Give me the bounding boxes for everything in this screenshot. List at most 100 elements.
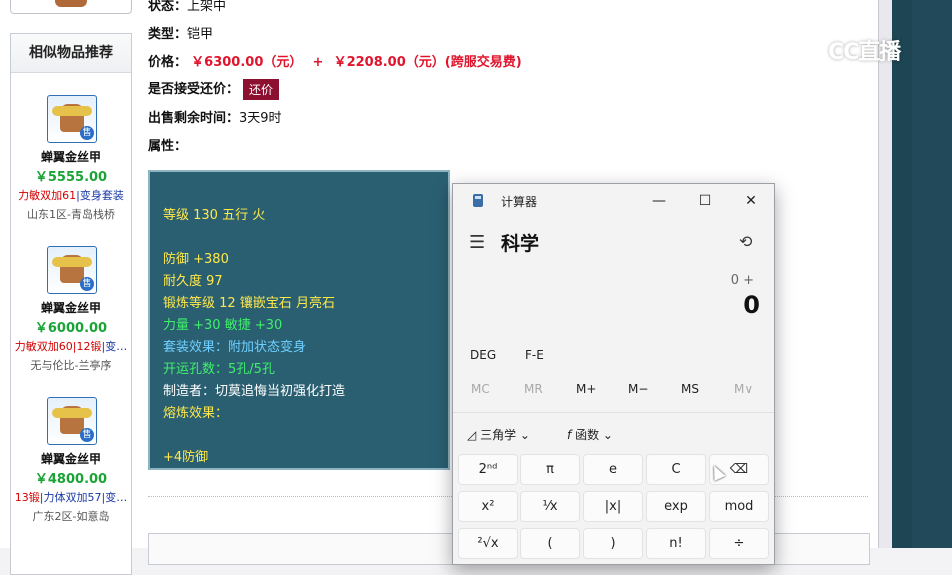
calculator-title: 计算器: [501, 195, 538, 209]
item-name[interactable]: 蝉翼金丝甲: [11, 148, 131, 165]
key-square[interactable]: x²: [458, 491, 518, 522]
memory-store-button[interactable]: MS: [681, 382, 699, 396]
price-label: 价格：: [148, 55, 188, 70]
counter-offer-label: 是否接受还价：: [148, 82, 240, 97]
chevron-down-icon: ⌄: [602, 428, 613, 442]
function-dropdown[interactable]: f 函数 ⌄: [567, 426, 613, 443]
item-price: ￥5555.00: [34, 170, 108, 185]
history-icon[interactable]: ⟲: [739, 232, 752, 251]
item-thumbnail[interactable]: 售: [47, 397, 97, 445]
similar-item-1[interactable]: 售 蝉翼金丝甲 ￥5555.00 力敏双加61|变身套装 山东1区-青岛栈桥: [11, 73, 131, 224]
tag-set: 力体双加57|变…: [43, 491, 128, 504]
calculator-app-icon: [473, 194, 483, 207]
item-tags: 13锻|力体双加57|变…: [11, 489, 131, 505]
attributes-row: 属性：: [148, 135, 187, 154]
item-price: ￥4800.00: [34, 472, 108, 487]
menu-icon[interactable]: ☰: [469, 232, 485, 253]
cc-live-watermark: CC直播: [800, 34, 901, 66]
attr-slots: 开运孔数：5孔/5孔: [163, 362, 275, 377]
key-clear[interactable]: C: [646, 454, 706, 485]
item-thumbnail[interactable]: 售: [47, 246, 97, 294]
function-label: 函数: [575, 428, 600, 442]
chevron-down-icon: ⌄: [519, 428, 530, 442]
trigonometry-dropdown[interactable]: ◿ 三角学 ⌄: [467, 426, 530, 443]
memory-recall-button[interactable]: MR: [524, 382, 543, 396]
price-row: 价格： ￥6300.00（元） + ￥2208.00（元）(跨服交易费): [148, 51, 522, 70]
function-icon: f: [567, 428, 572, 442]
status-value: 上架中: [187, 0, 227, 14]
tag-set: 变…: [105, 340, 128, 353]
price-plus: +: [312, 55, 324, 70]
key-reciprocal[interactable]: ¹⁄x: [520, 491, 580, 522]
key-divide[interactable]: ÷: [709, 528, 769, 559]
item-server: 广东2区-如意岛: [32, 510, 110, 523]
attributes-panel: 等级 130 五行 火 防御 +380 耐久度 97 锻炼等级 12 镶嵌宝石 …: [148, 170, 450, 470]
key-e[interactable]: e: [583, 454, 643, 485]
item-name[interactable]: 蝉翼金丝甲: [11, 450, 131, 467]
attr-set-effect: 套装效果：附加状态变身: [163, 340, 307, 355]
attr-maker: 制造者：切莫追悔当初强化打造: [163, 384, 346, 399]
maximize-button[interactable]: ☐: [683, 188, 727, 214]
memory-separator: [453, 412, 774, 413]
similar-item-2[interactable]: 售 蝉翼金丝甲 ￥6000.00 力敏双加60|12锻|变… 无与伦比-兰亭序: [11, 224, 131, 375]
key-close-paren[interactable]: ): [583, 528, 643, 559]
key-pi[interactable]: π: [520, 454, 580, 485]
armor-icon: [52, 104, 92, 132]
attr-forge: 锻炼等级 12 镶嵌宝石 月亮石: [163, 296, 335, 311]
sale-badge: 售: [80, 126, 94, 140]
tag-stats: 力敏双加60|12锻: [14, 340, 102, 353]
memory-add-button[interactable]: M+: [576, 382, 596, 396]
sale-badge: 售: [80, 277, 94, 291]
attr-melt: 熔炼效果：: [163, 406, 229, 421]
counter-offer-row: 是否接受还价： 还价: [148, 78, 280, 100]
similar-items-title: 相似物品推荐: [11, 34, 131, 73]
key-second[interactable]: 2ⁿᵈ: [458, 454, 518, 485]
time-remaining-value: 3天9时: [239, 111, 282, 126]
time-remaining-row: 出售剩余时间：3天9时: [148, 107, 282, 126]
price-value: ￥6300.00（元）: [191, 55, 303, 70]
item-tags: 力敏双加61|变身套装: [11, 187, 131, 203]
key-absolute[interactable]: |x|: [583, 491, 643, 522]
calculator-window[interactable]: 计算器 — ☐ ✕ ☰ 科学 ⟲ 0 + 0 DEG F-E MC MR M+ …: [452, 183, 775, 565]
item-name[interactable]: 蝉翼金丝甲: [11, 299, 131, 316]
expression-display: 0 +: [730, 273, 754, 288]
minimize-button[interactable]: —: [637, 188, 681, 214]
type-label: 类型：: [148, 27, 188, 42]
tag-stats: 13锻: [14, 491, 40, 504]
sale-badge: 售: [80, 428, 94, 442]
trigonometry-label: 三角学: [480, 428, 517, 442]
key-mod[interactable]: mod: [709, 491, 769, 522]
type-row: 类型：铠甲: [148, 23, 213, 42]
attr-defense: 防御 +380: [163, 252, 229, 267]
key-open-paren[interactable]: (: [520, 528, 580, 559]
fe-button[interactable]: F-E: [525, 348, 544, 362]
item-thumbnail[interactable]: 售: [47, 95, 97, 143]
key-exp[interactable]: exp: [646, 491, 706, 522]
status-row: 状态：上架中: [148, 0, 226, 14]
attributes-label: 属性：: [148, 139, 188, 154]
memory-subtract-button[interactable]: M−: [628, 382, 648, 396]
counter-offer-button[interactable]: 还价: [243, 79, 280, 100]
angle-unit-button[interactable]: DEG: [470, 348, 496, 362]
calculator-mode-title: 科学: [501, 233, 540, 255]
item-tags: 力敏双加60|12锻|变…: [11, 338, 131, 354]
memory-clear-button[interactable]: MC: [471, 382, 490, 396]
close-button[interactable]: ✕: [729, 188, 773, 214]
calculator-titlebar[interactable]: 计算器 — ☐ ✕: [453, 184, 774, 216]
key-factorial[interactable]: n!: [646, 528, 706, 559]
armor-icon: [52, 406, 92, 434]
attr-level: 等级 130 五行 火: [163, 208, 266, 223]
armor-icon: [52, 255, 92, 283]
similar-items-panel: 相似物品推荐 售 蝉翼金丝甲 ￥5555.00 力敏双加61|变身套装 山东1区…: [10, 33, 132, 575]
memory-list-button[interactable]: M∨: [734, 382, 753, 396]
type-value: 铠甲: [187, 27, 214, 42]
key-sqrt[interactable]: ²√x: [458, 528, 518, 559]
watermark-text: CC直播: [828, 40, 901, 65]
triangle-icon: ◿: [467, 428, 477, 442]
result-display: 0: [743, 291, 760, 319]
time-remaining-label: 出售剩余时间：: [148, 111, 240, 126]
similar-item-3[interactable]: 售 蝉翼金丝甲 ￥4800.00 13锻|力体双加57|变… 广东2区-如意岛: [11, 375, 131, 526]
item-main-thumbnail[interactable]: [10, 0, 132, 14]
item-server: 无与伦比-兰亭序: [30, 359, 112, 372]
armor-image: [55, 0, 87, 7]
